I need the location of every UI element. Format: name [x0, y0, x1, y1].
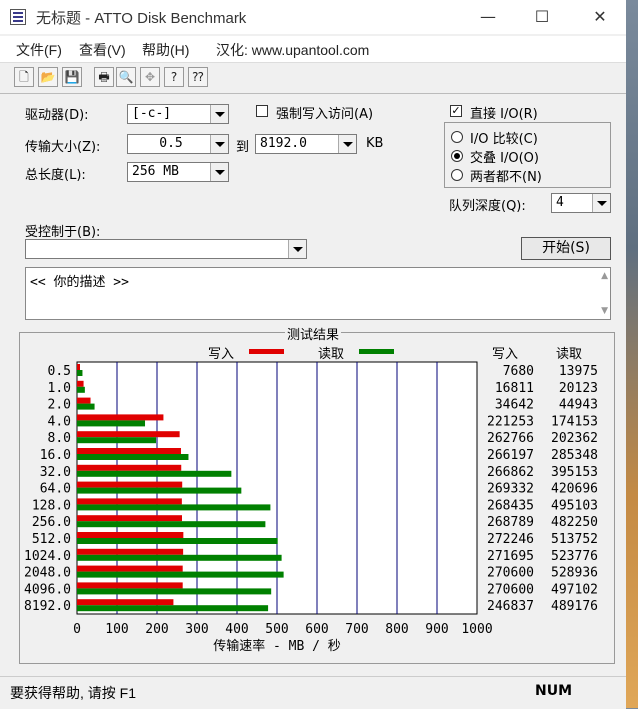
read-value-label: 420696: [551, 482, 598, 497]
read-bar: [77, 386, 85, 393]
read-bar: [77, 538, 278, 544]
x-tick-label: 200: [145, 622, 168, 637]
write-bar: [77, 548, 184, 555]
read-bar: [77, 588, 272, 595]
x-tick-label: 900: [425, 622, 448, 637]
write-bar: [77, 380, 84, 387]
x-axis-label: 传输速率 - MB / 秒: [213, 638, 341, 654]
y-tick-label: 8192.0: [24, 599, 71, 614]
write-value-label: 269332: [487, 482, 534, 497]
y-tick-label: 16.0: [40, 448, 71, 463]
status-help-text: 要获得帮助, 请按 F1: [10, 685, 137, 701]
read-value-label: 395153: [551, 465, 598, 480]
write-value-label: 262766: [487, 431, 534, 446]
read-value-label: 523776: [551, 549, 598, 564]
read-value-label: 285348: [551, 448, 598, 463]
y-tick-label: 2.0: [48, 398, 71, 413]
read-bar: [77, 504, 271, 511]
read-value-label: 13975: [559, 364, 598, 379]
y-tick-label: 1024.0: [24, 549, 71, 564]
y-tick-label: 4096.0: [24, 582, 71, 597]
write-bar: [77, 414, 164, 421]
write-bar: [77, 565, 183, 572]
x-tick-label: 1000: [461, 622, 492, 637]
write-value-label: 246837: [487, 599, 534, 614]
y-tick-label: 2048.0: [24, 566, 71, 581]
read-value-label: 495103: [551, 498, 598, 513]
x-tick-label: 700: [345, 622, 368, 637]
write-value-label: 34642: [495, 398, 534, 413]
read-value-label: 174153: [551, 414, 598, 429]
read-value-label: 513752: [551, 532, 598, 547]
num-lock-indicator: NUM: [535, 683, 573, 699]
read-bar: [77, 521, 266, 528]
x-tick-label: 800: [385, 622, 408, 637]
write-bar: [77, 582, 183, 589]
y-tick-label: 256.0: [32, 515, 71, 530]
write-value-label: 270600: [487, 582, 534, 597]
y-tick-label: 512.0: [32, 532, 71, 547]
write-value-label: 272246: [487, 532, 534, 547]
write-value-label: 7680: [503, 364, 534, 379]
benchmark-chart: 0 100 200 300 400 500 600 700 800 900 1000 传输速率 - M…: [24, 361, 598, 654]
x-tick-label: 400: [225, 622, 248, 637]
write-value-label: 268789: [487, 515, 534, 530]
status-bar: 要获得帮助, 请按 F1 NUM: [0, 676, 626, 709]
read-bar: [77, 403, 95, 410]
write-bar: [77, 431, 180, 438]
y-tick-label: 8.0: [48, 431, 71, 446]
read-bar: [77, 420, 146, 427]
write-bar: [77, 498, 182, 505]
read-bar: [77, 554, 282, 561]
write-bar: [77, 448, 181, 454]
x-tick-label: 100: [105, 622, 128, 637]
read-bar: [77, 605, 269, 612]
write-bar: [77, 464, 182, 471]
read-bar: [77, 470, 232, 477]
write-bar: [77, 515, 182, 522]
read-bar: [77, 571, 284, 578]
write-value-label: 270600: [487, 566, 534, 581]
x-tick-label: 600: [305, 622, 328, 637]
y-tick-label: 0.5: [48, 364, 71, 379]
read-bar: [77, 437, 157, 444]
read-value-label: 489176: [551, 599, 598, 614]
x-tick-label: 500: [265, 622, 288, 637]
y-tick-label: 128.0: [32, 498, 71, 513]
x-tick-label: 0: [73, 622, 81, 637]
read-value-label: 528936: [551, 566, 598, 581]
write-value-label: 271695: [487, 549, 534, 564]
write-bar: [77, 532, 184, 538]
write-bar: [77, 397, 91, 404]
write-value-label: 16811: [495, 381, 534, 396]
write-bar: [77, 599, 174, 606]
y-tick-label: 4.0: [48, 414, 71, 429]
read-value-label: 20123: [559, 381, 598, 396]
write-bar: [77, 481, 183, 488]
y-tick-label: 32.0: [40, 465, 71, 480]
y-tick-label: 64.0: [40, 482, 71, 497]
write-value-label: 221253: [487, 414, 534, 429]
read-bar: [77, 454, 189, 460]
read-value-label: 202362: [551, 431, 598, 446]
read-bar: [77, 370, 83, 376]
write-bar: [77, 364, 80, 370]
write-value-label: 268435: [487, 498, 534, 513]
write-value-label: 266197: [487, 448, 534, 463]
y-tick-label: 1.0: [48, 381, 71, 396]
write-value-label: 266862: [487, 465, 534, 480]
read-bar: [77, 487, 242, 494]
x-tick-label: 300: [185, 622, 208, 637]
app-window: 无标题 - ATTO Disk Benchmark — ☐ ✕ 文件(F) 查看…: [0, 0, 626, 709]
read-value-label: 482250: [551, 515, 598, 530]
read-value-label: 497102: [551, 582, 598, 597]
read-value-label: 44943: [559, 398, 598, 413]
